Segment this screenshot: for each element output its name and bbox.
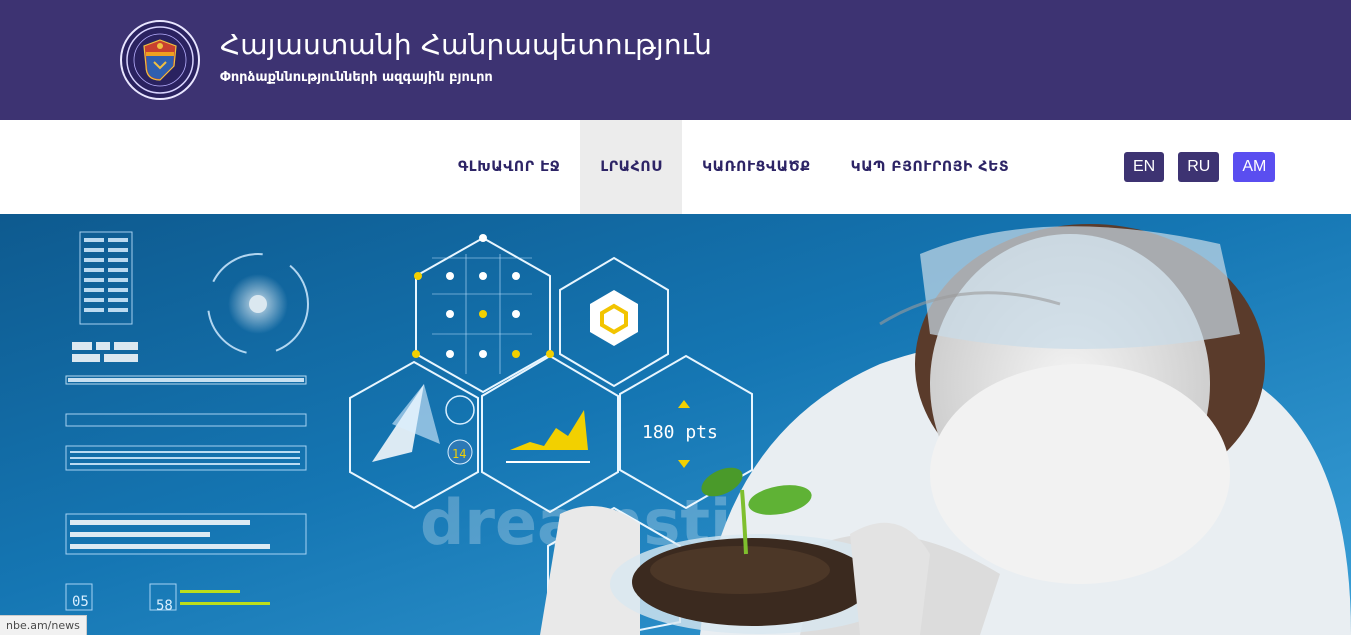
emblem-graphic <box>126 26 194 94</box>
hero-illustration: 05 58 14 180 pts <box>0 214 1351 635</box>
site-title[interactable]: Հայաստանի Հանրապետություն <box>220 28 712 61</box>
site-header: Հայաստանի Հանրապետություն Փորձաքննությու… <box>0 0 1351 120</box>
site-subtitle: Փորձաքննությունների ազգային բյուրո <box>220 70 493 85</box>
points-readout: 180 pts <box>642 422 718 443</box>
language-switcher: EN RU AM <box>1124 152 1276 182</box>
nav-item-news[interactable]: ԼՐԱՀՈՍ <box>580 120 683 214</box>
hero-number-58: 58 <box>156 598 173 614</box>
nav-item-structure[interactable]: ԿԱՌՈՒՑՎԱԾՔ <box>682 120 831 214</box>
status-bar-url: nbe.am/news <box>0 615 87 635</box>
lang-button-ru[interactable]: RU <box>1178 152 1220 182</box>
hero-banner-image: 05 58 14 180 pts <box>0 214 1351 635</box>
hero-number-05: 05 <box>72 594 89 610</box>
nav-item-contact[interactable]: ԿԱՊ ԲՅՈՒՐՈՅԻ ՀԵՏ <box>831 120 1030 214</box>
nav-menu: ԳԼԽԱՎՈՐ ԷՋ ԼՐԱՀՈՍ ԿԱՌՈՒՑՎԱԾՔ ԿԱՊ ԲՅՈՒՐՈՅ… <box>438 120 1029 214</box>
hero-number-14: 14 <box>452 447 466 461</box>
main-navigation: ԳԼԽԱՎՈՐ ԷՋ ԼՐԱՀՈՍ ԿԱՌՈՒՑՎԱԾՔ ԿԱՊ ԲՅՈՒՐՈՅ… <box>0 120 1351 214</box>
nav-item-home[interactable]: ԳԼԽԱՎՈՐ ԷՋ <box>438 120 580 214</box>
lang-button-en[interactable]: EN <box>1124 152 1165 182</box>
bureau-emblem-icon[interactable] <box>120 20 200 100</box>
lang-button-am[interactable]: AM <box>1233 152 1276 182</box>
